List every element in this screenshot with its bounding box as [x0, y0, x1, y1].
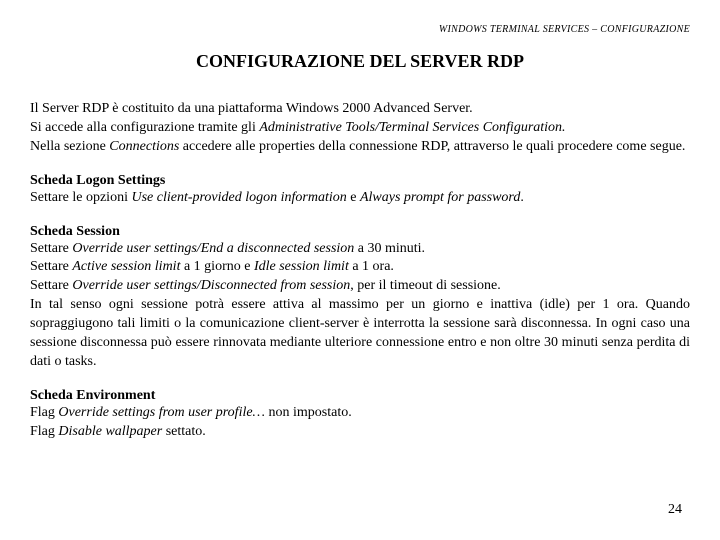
text: Flag	[30, 405, 58, 420]
text: Settare	[30, 259, 72, 274]
text: In tal senso ogni sessione potrà essere …	[30, 297, 690, 369]
text: a 30 minuti.	[354, 241, 425, 256]
logon-paragraph: Settare le opzioni Use client-provided l…	[30, 189, 690, 208]
text-italic: Active session limit	[72, 259, 180, 274]
text: non impostato.	[265, 405, 352, 420]
text-italic: Override user settings/End a disconnecte…	[72, 241, 354, 256]
text: Il Server RDP è costituito da una piatta…	[30, 101, 473, 116]
text-italic: Disable wallpaper	[58, 424, 162, 439]
session-paragraph: Settare Override user settings/End a dis…	[30, 240, 690, 372]
text: Si accede alla configurazione tramite gl…	[30, 120, 259, 135]
text: Settare	[30, 241, 72, 256]
text-italic: Always prompt for password	[360, 190, 520, 205]
page-title: CONFIGURAZIONE DEL SERVER RDP	[30, 51, 690, 72]
text: Flag	[30, 424, 58, 439]
page-number: 24	[668, 502, 682, 518]
text-italic: Idle session limit	[254, 259, 349, 274]
text: a 1 giorno e	[180, 259, 253, 274]
intro-paragraph: Il Server RDP è costituito da una piatta…	[30, 100, 690, 157]
text: Settare	[30, 278, 72, 293]
text: e	[347, 190, 360, 205]
text-italic: Override settings from user profile…	[58, 405, 265, 420]
text-italic: Administrative Tools/Terminal Services C…	[259, 120, 565, 135]
text-italic: Override user settings/Disconnected from…	[72, 278, 350, 293]
text: accedere alle properties della connessio…	[179, 139, 685, 154]
text: a 1 ora.	[349, 259, 394, 274]
text: , per il timeout di sessione.	[350, 278, 500, 293]
text: Settare le opzioni	[30, 190, 131, 205]
heading-session: Scheda Session	[30, 224, 690, 240]
text: .	[520, 190, 524, 205]
heading-logon: Scheda Logon Settings	[30, 173, 690, 189]
text-italic: Use client-provided logon information	[131, 190, 346, 205]
running-header: WINDOWS TERMINAL SERVICES – CONFIGURAZIO…	[30, 24, 690, 35]
text: settato.	[162, 424, 206, 439]
text: Nella sezione	[30, 139, 109, 154]
heading-environment: Scheda Environment	[30, 388, 690, 404]
environment-paragraph: Flag Override settings from user profile…	[30, 404, 690, 442]
text-italic: Connections	[109, 139, 179, 154]
